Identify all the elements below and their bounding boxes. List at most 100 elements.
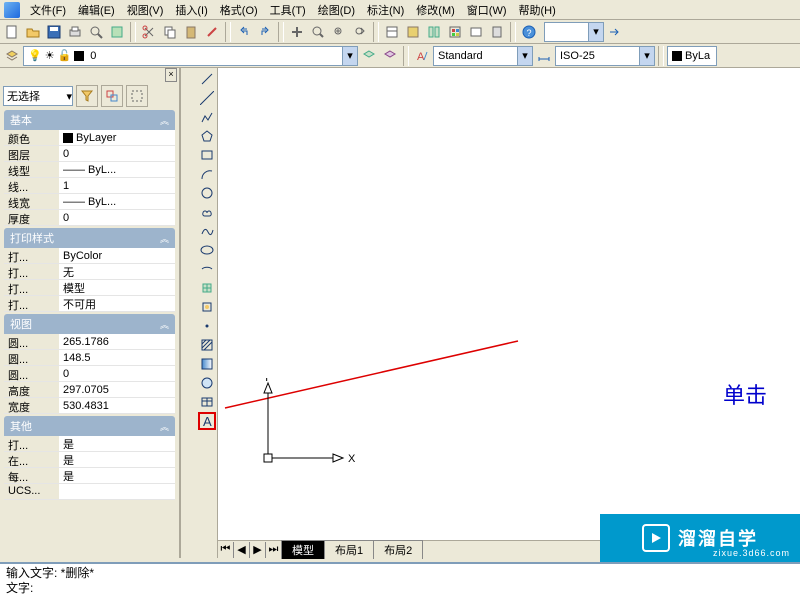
toolpalette-icon[interactable]	[424, 22, 444, 42]
matchprop-icon[interactable]	[202, 22, 222, 42]
preview-icon[interactable]	[86, 22, 106, 42]
menu-help[interactable]: 帮助(H)	[513, 0, 562, 20]
prop-row[interactable]: 打...不可用	[4, 296, 175, 312]
open-icon[interactable]	[23, 22, 43, 42]
gradient-icon[interactable]	[198, 355, 216, 373]
prop-row[interactable]: 线宽—— ByL...	[4, 194, 175, 210]
selectobj-icon[interactable]	[126, 85, 148, 107]
polygon-icon[interactable]	[198, 127, 216, 145]
region-icon[interactable]	[198, 374, 216, 392]
prop-row[interactable]: 圆...265.1786	[4, 334, 175, 350]
line-icon[interactable]	[198, 70, 216, 88]
command-line[interactable]: 输入文字: *删除* 文字:	[0, 562, 800, 600]
plot-icon[interactable]	[65, 22, 85, 42]
point-icon[interactable]	[198, 317, 216, 335]
help-search-combo[interactable]: ▾	[544, 22, 604, 42]
section-header-misc[interactable]: 其他︽	[4, 416, 175, 436]
prop-row[interactable]: 打...无	[4, 264, 175, 280]
pickadd-icon[interactable]	[101, 85, 123, 107]
menu-edit[interactable]: 编辑(E)	[72, 0, 121, 20]
prop-row[interactable]: 宽度530.4831	[4, 398, 175, 414]
zoom-window-icon[interactable]	[329, 22, 349, 42]
textstyle-combo[interactable]: Standard ▾	[433, 46, 533, 66]
polyline-icon[interactable]	[198, 108, 216, 126]
insertblock-icon[interactable]	[198, 279, 216, 297]
new-icon[interactable]	[2, 22, 22, 42]
arc-icon[interactable]	[198, 165, 216, 183]
prop-row[interactable]: 打...ByColor	[4, 248, 175, 264]
layer-combo[interactable]: 💡 ☀ 🔓 0 ▾	[23, 46, 358, 66]
layer-previous-icon[interactable]	[359, 46, 379, 66]
textstyle-icon[interactable]: A	[412, 46, 432, 66]
circle-icon[interactable]	[198, 184, 216, 202]
ellipsearc-icon[interactable]	[198, 260, 216, 278]
prop-row[interactable]: 每...是	[4, 468, 175, 484]
selection-combo[interactable]: 无选择 ▾	[3, 86, 73, 106]
menu-modify[interactable]: 修改(M)	[410, 0, 461, 20]
ellipse-icon[interactable]	[198, 241, 216, 259]
prop-row[interactable]: 圆...148.5	[4, 350, 175, 366]
copy-icon[interactable]	[160, 22, 180, 42]
properties-icon[interactable]	[382, 22, 402, 42]
layer-state-icon[interactable]	[380, 46, 400, 66]
zoom-realtime-icon[interactable]	[308, 22, 328, 42]
prop-row[interactable]: 打...是	[4, 436, 175, 452]
menu-format[interactable]: 格式(O)	[214, 0, 264, 20]
palette-scrollbar[interactable]	[180, 68, 196, 558]
dropdown-arrow-icon[interactable]: ▾	[639, 47, 654, 65]
menu-dimension[interactable]: 标注(N)	[361, 0, 410, 20]
pan-icon[interactable]	[287, 22, 307, 42]
dimstyle-combo[interactable]: ISO-25 ▾	[555, 46, 655, 66]
prop-row[interactable]: UCS...	[4, 484, 175, 500]
prop-row[interactable]: 图层0	[4, 146, 175, 162]
quickselect-icon[interactable]	[76, 85, 98, 107]
dropdown-arrow-icon[interactable]: ▾	[342, 47, 357, 65]
search-help-icon[interactable]	[605, 22, 625, 42]
prop-row[interactable]: 打...模型	[4, 280, 175, 296]
designcenter-icon[interactable]	[403, 22, 423, 42]
help-icon[interactable]: ?	[519, 22, 539, 42]
dropdown-arrow-icon[interactable]: ▾	[66, 90, 72, 103]
mtext-icon[interactable]: A	[198, 412, 216, 430]
tab-last-icon[interactable]: ⏭	[266, 542, 282, 558]
color-combo[interactable]: ByLa	[667, 46, 717, 66]
rectangle-icon[interactable]	[198, 146, 216, 164]
makeblock-icon[interactable]	[198, 298, 216, 316]
prop-row[interactable]: 高度297.0705	[4, 382, 175, 398]
section-header-plot[interactable]: 打印样式︽	[4, 228, 175, 248]
undo-icon[interactable]	[234, 22, 254, 42]
menu-file[interactable]: 文件(F)	[24, 0, 72, 20]
menu-tools[interactable]: 工具(T)	[264, 0, 312, 20]
section-header-basic[interactable]: 基本︽	[4, 110, 175, 130]
prop-row[interactable]: 线型—— ByL...	[4, 162, 175, 178]
xline-icon[interactable]	[198, 89, 216, 107]
calc-icon[interactable]	[487, 22, 507, 42]
dropdown-arrow-icon[interactable]: ▾	[588, 23, 603, 41]
prop-row[interactable]: 在...是	[4, 452, 175, 468]
tab-first-icon[interactable]: ⏮	[218, 542, 234, 558]
tab-next-icon[interactable]: ▶	[250, 542, 266, 558]
menu-draw[interactable]: 绘图(D)	[312, 0, 361, 20]
dimstyle-icon[interactable]	[534, 46, 554, 66]
zoom-previous-icon[interactable]	[350, 22, 370, 42]
tab-model[interactable]: 模型	[281, 540, 325, 559]
paste-icon[interactable]	[181, 22, 201, 42]
save-icon[interactable]	[44, 22, 64, 42]
palette-close-icon[interactable]: ×	[165, 68, 177, 82]
publish-icon[interactable]	[107, 22, 127, 42]
prop-row[interactable]: 厚度0	[4, 210, 175, 226]
tab-layout2[interactable]: 布局2	[373, 540, 423, 559]
tab-layout1[interactable]: 布局1	[324, 540, 374, 559]
sheetset-icon[interactable]	[445, 22, 465, 42]
prop-row[interactable]: 线...1	[4, 178, 175, 194]
drawing-canvas[interactable]: 单击 Y Y X Y ⏮ ◀ ▶ ⏭ 模型 布局1 布局2	[218, 68, 800, 558]
cut-icon[interactable]	[139, 22, 159, 42]
prop-row[interactable]: 圆...0	[4, 366, 175, 382]
menu-view[interactable]: 视图(V)	[121, 0, 170, 20]
spline-icon[interactable]	[198, 222, 216, 240]
redo-icon[interactable]	[255, 22, 275, 42]
revcloud-icon[interactable]	[198, 203, 216, 221]
hatch-icon[interactable]	[198, 336, 216, 354]
dropdown-arrow-icon[interactable]: ▾	[517, 47, 532, 65]
tab-prev-icon[interactable]: ◀	[234, 542, 250, 558]
